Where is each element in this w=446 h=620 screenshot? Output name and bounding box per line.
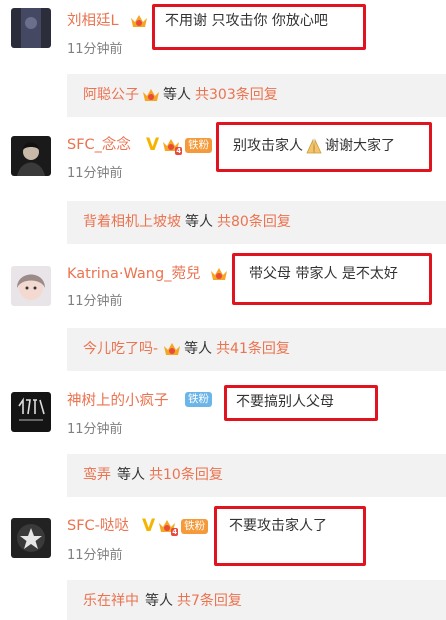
reply-user[interactable]: 阿聪公子 <box>83 86 139 104</box>
comment-time: 11分钟前 <box>67 548 123 563</box>
highlight-box <box>214 506 366 566</box>
verified-v-icon: V <box>142 516 156 536</box>
reply-summary[interactable]: 今儿吃了吗- 等人 共41条回复 <box>67 328 446 371</box>
reply-label: 等人 <box>163 87 191 103</box>
reply-text[interactable]: 阿聪公子 等人 共303条回复 <box>83 86 278 104</box>
username[interactable]: 刘相廷L <box>67 12 119 30</box>
reply-text[interactable]: 乐在祥中 等人 共7条回复 <box>83 592 242 610</box>
crown-icon <box>162 340 182 358</box>
highlight-box <box>216 122 432 172</box>
reply-label: 等人 <box>117 467 145 483</box>
avatar[interactable] <box>11 518 51 558</box>
user-badges: V 4 铁粉 <box>142 516 209 536</box>
username[interactable]: SFC_念念 <box>67 136 131 154</box>
avatar[interactable] <box>11 136 51 176</box>
comment-item: SFC-哒哒 V 4 铁粉 不要攻击家人了 11分钟前 乐在祥中 等人 共7条回… <box>0 496 446 620</box>
crown-icon[interactable]: 4 <box>161 136 183 155</box>
reply-summary[interactable]: 鸾弄 等人 共10条回复 <box>67 454 446 497</box>
reply-summary[interactable]: 阿聪公子 等人 共303条回复 <box>67 74 446 117</box>
user-badges <box>209 265 229 283</box>
reply-user[interactable]: 今儿吃了吗- <box>83 340 158 358</box>
avatar[interactable] <box>11 266 51 306</box>
fan-badge[interactable]: 铁粉 <box>185 392 212 407</box>
username[interactable]: SFC-哒哒 <box>67 517 129 535</box>
crown-icon[interactable] <box>209 265 229 283</box>
comment-item: SFC_念念 V 4 铁粉 别攻击家人 谢谢大家了 11分钟前 背着相机上坡坡 … <box>0 122 446 248</box>
reply-count[interactable]: 共7条回复 <box>177 592 242 610</box>
reply-count[interactable]: 共80条回复 <box>217 213 291 231</box>
reply-text[interactable]: 背着相机上坡坡 等人 共80条回复 <box>83 213 291 231</box>
username[interactable]: Katrina·Wang_菀兒 <box>67 265 200 283</box>
comment-time: 11分钟前 <box>67 422 123 437</box>
highlight-box <box>152 4 366 50</box>
user-badges <box>129 12 149 30</box>
reply-count[interactable]: 共303条回复 <box>195 86 278 104</box>
comment-time: 11分钟前 <box>67 42 123 57</box>
user-badges: V 4 铁粉 <box>146 135 213 155</box>
comment-time: 11分钟前 <box>67 166 123 181</box>
user-badges: 铁粉 <box>183 392 212 407</box>
highlight-box <box>224 385 378 421</box>
crown-icon[interactable] <box>129 12 149 30</box>
verified-v-icon: V <box>146 135 160 155</box>
comment-item: 刘相廷L 不用谢 只攻击你 你放心吧 11分钟前 阿聪公子 等人 共303条回复 <box>0 0 446 124</box>
reply-user[interactable]: 背着相机上坡坡 <box>83 213 181 231</box>
reply-label: 等人 <box>185 214 213 230</box>
highlight-box <box>232 253 432 305</box>
reply-count[interactable]: 共41条回复 <box>216 340 290 358</box>
avatar[interactable] <box>11 8 51 48</box>
reply-count[interactable]: 共10条回复 <box>149 466 223 484</box>
reply-summary[interactable]: 背着相机上坡坡 等人 共80条回复 <box>67 201 446 244</box>
reply-text[interactable]: 今儿吃了吗- 等人 共41条回复 <box>83 340 290 358</box>
reply-label: 等人 <box>184 341 213 357</box>
crown-level: 4 <box>171 528 179 536</box>
crown-level: 4 <box>175 147 183 155</box>
comment-time: 11分钟前 <box>67 294 123 309</box>
avatar[interactable] <box>11 392 51 432</box>
comment-item: Katrina·Wang_菀兒 带父母 带家人 是不太好 11分钟前 今儿吃了吗… <box>0 248 446 376</box>
reply-user[interactable]: 鸾弄 <box>83 466 111 484</box>
fan-badge[interactable]: 铁粉 <box>185 137 213 153</box>
reply-user[interactable]: 乐在祥中 <box>83 592 139 610</box>
comment-item: 神树上的小疯子 铁粉 不要搞别人父母 11分钟前 鸾弄 等人 共10条回复 <box>0 376 446 497</box>
username[interactable]: 神树上的小疯子 <box>67 392 169 410</box>
reply-text[interactable]: 鸾弄 等人 共10条回复 <box>83 466 223 484</box>
fan-badge[interactable]: 铁粉 <box>181 518 209 534</box>
reply-summary[interactable]: 乐在祥中 等人 共7条回复 <box>67 580 446 620</box>
reply-label: 等人 <box>145 593 173 609</box>
crown-icon <box>141 86 161 104</box>
crown-icon[interactable]: 4 <box>157 517 179 536</box>
